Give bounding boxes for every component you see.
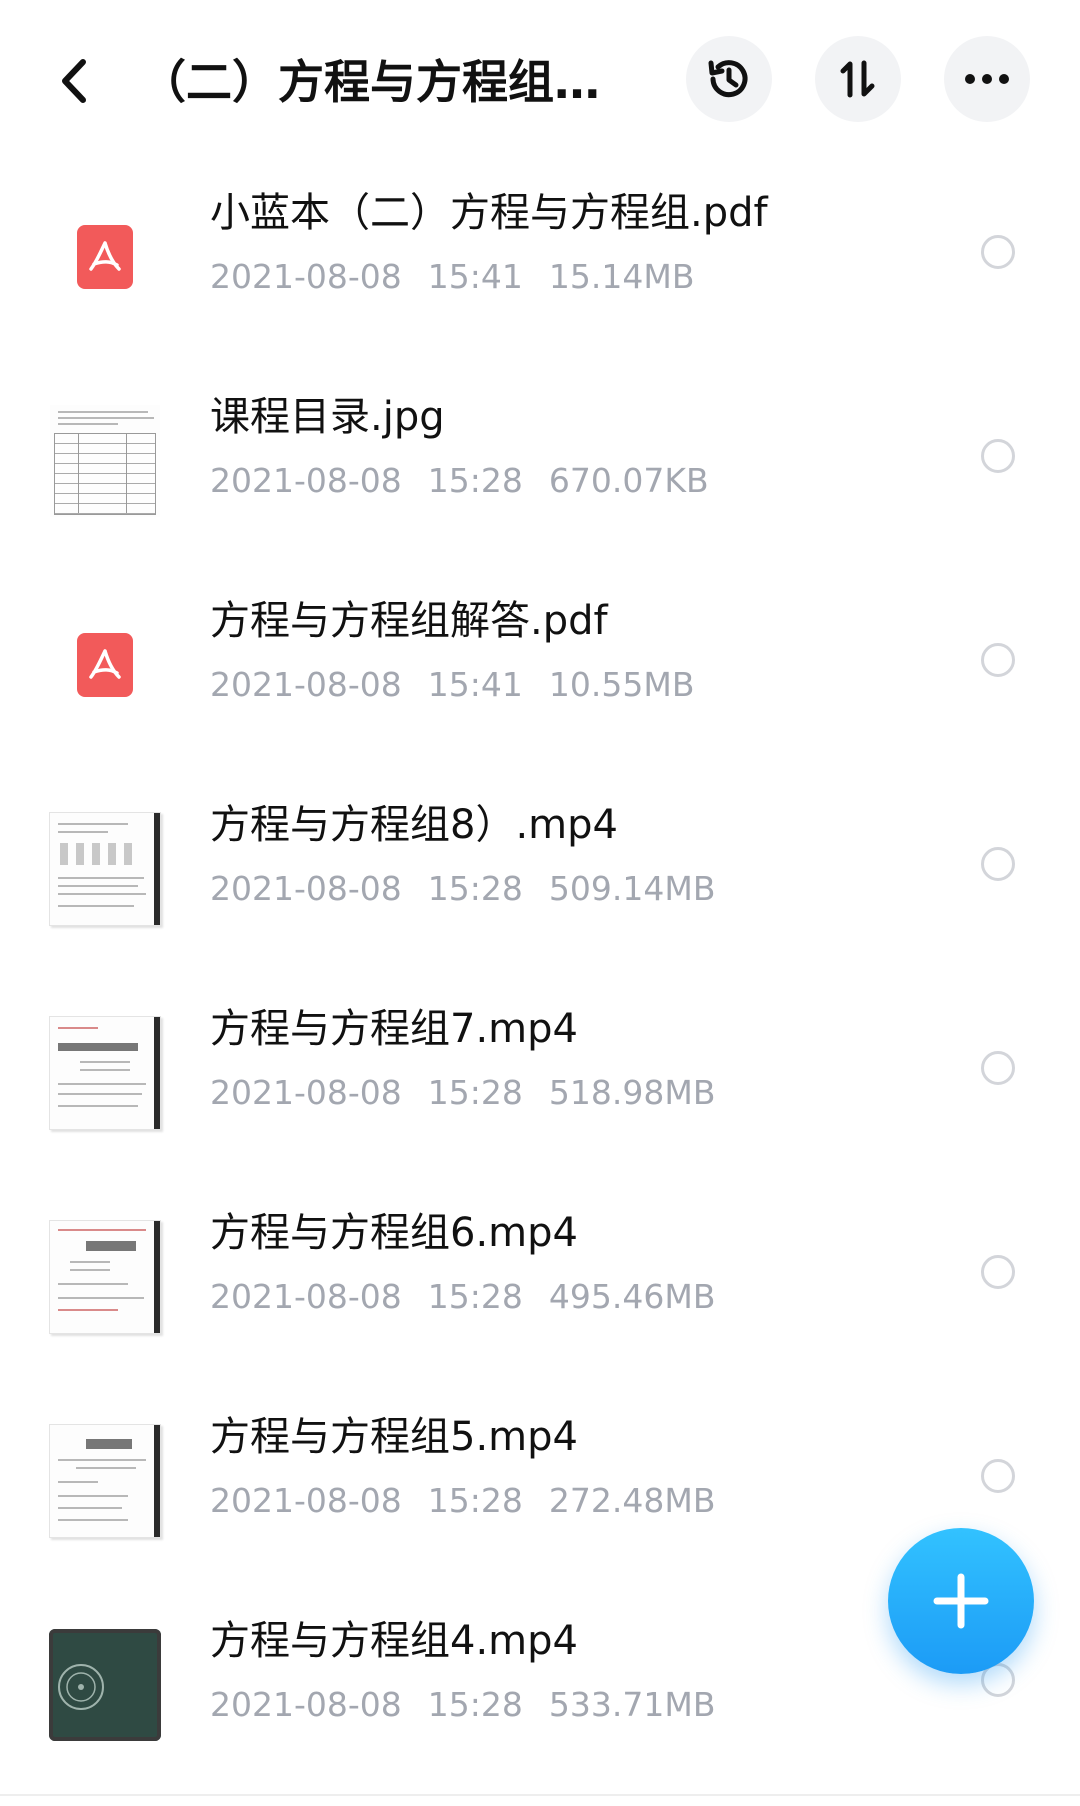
pdf-file-icon <box>77 633 133 697</box>
file-thumbnail <box>48 1220 162 1334</box>
file-name: 方程与方程组7.mp4 <box>210 1006 578 1052</box>
file-meta: 2021-08-08 15:28 495.46MB <box>210 1277 716 1316</box>
video-thumbnail <box>49 1629 161 1741</box>
sort-icon <box>840 60 875 98</box>
file-meta: 2021-08-08 15:28 533.71MB <box>210 1685 716 1724</box>
list-item[interactable]: 方程与方程组解答.pdf 2021-08-08 15:41 10.55MB <box>0 568 1080 772</box>
select-checkbox[interactable] <box>981 439 1015 473</box>
file-thumbnail <box>48 608 162 722</box>
image-preview <box>50 405 160 517</box>
select-checkbox[interactable] <box>981 643 1015 677</box>
select-checkbox[interactable] <box>981 847 1015 881</box>
list-item[interactable]: 方程与方程组6.mp4 2021-08-08 15:28 495.46MB <box>0 1180 1080 1384</box>
video-thumbnail <box>49 1220 161 1334</box>
file-meta: 2021-08-08 15:41 10.55MB <box>210 665 695 704</box>
file-name: 课程目录.jpg <box>210 394 445 440</box>
file-thumbnail <box>48 1424 162 1538</box>
file-thumbnail <box>48 812 162 926</box>
video-thumbnail <box>49 812 161 926</box>
list-item[interactable]: 小蓝本（二）方程与方程组.pdf 2021-08-08 15:41 15.14MB <box>0 160 1080 364</box>
file-name: 方程与方程组6.mp4 <box>210 1210 578 1256</box>
pdf-file-icon <box>77 225 133 289</box>
file-name: 小蓝本（二）方程与方程组.pdf <box>210 190 768 236</box>
file-meta: 2021-08-08 15:28 509.14MB <box>210 869 716 908</box>
page-title: （二）方程与方程组... <box>140 55 600 109</box>
back-button[interactable] <box>44 46 104 116</box>
file-meta: 2021-08-08 15:41 15.14MB <box>210 257 695 296</box>
file-meta: 2021-08-08 15:28 670.07KB <box>210 461 709 500</box>
history-icon <box>708 60 748 98</box>
video-thumbnail <box>49 1424 161 1538</box>
sort-button[interactable] <box>815 36 901 122</box>
more-button[interactable] <box>944 36 1030 122</box>
plus-icon <box>933 1573 989 1629</box>
file-meta: 2021-08-08 15:28 518.98MB <box>210 1073 716 1112</box>
list-item[interactable]: 方程与方程组7.mp4 2021-08-08 15:28 518.98MB <box>0 976 1080 1180</box>
select-checkbox[interactable] <box>981 235 1015 269</box>
file-name: 方程与方程组4.mp4 <box>210 1618 578 1664</box>
file-thumbnail <box>48 1016 162 1130</box>
video-thumbnail <box>49 1016 161 1130</box>
history-button[interactable] <box>686 36 772 122</box>
select-checkbox[interactable] <box>981 1051 1015 1085</box>
file-name: 方程与方程组解答.pdf <box>210 598 608 644</box>
bottom-divider <box>0 1794 1080 1796</box>
chevron-left-icon <box>62 59 86 103</box>
file-thumbnail <box>48 404 162 518</box>
list-item[interactable]: 课程目录.jpg 2021-08-08 15:28 670.07KB <box>0 364 1080 568</box>
file-name: 方程与方程组5.mp4 <box>210 1414 578 1460</box>
add-button[interactable] <box>888 1528 1034 1674</box>
more-icon <box>965 74 1009 84</box>
select-checkbox[interactable] <box>981 1255 1015 1289</box>
file-name: 方程与方程组8）.mp4 <box>210 802 618 848</box>
select-checkbox[interactable] <box>981 1459 1015 1493</box>
file-thumbnail <box>48 200 162 314</box>
list-item[interactable]: 方程与方程组8）.mp4 2021-08-08 15:28 509.14MB <box>0 772 1080 976</box>
top-bar: （二）方程与方程组... <box>0 0 1080 160</box>
file-meta: 2021-08-08 15:28 272.48MB <box>210 1481 716 1520</box>
file-thumbnail <box>48 1628 162 1742</box>
